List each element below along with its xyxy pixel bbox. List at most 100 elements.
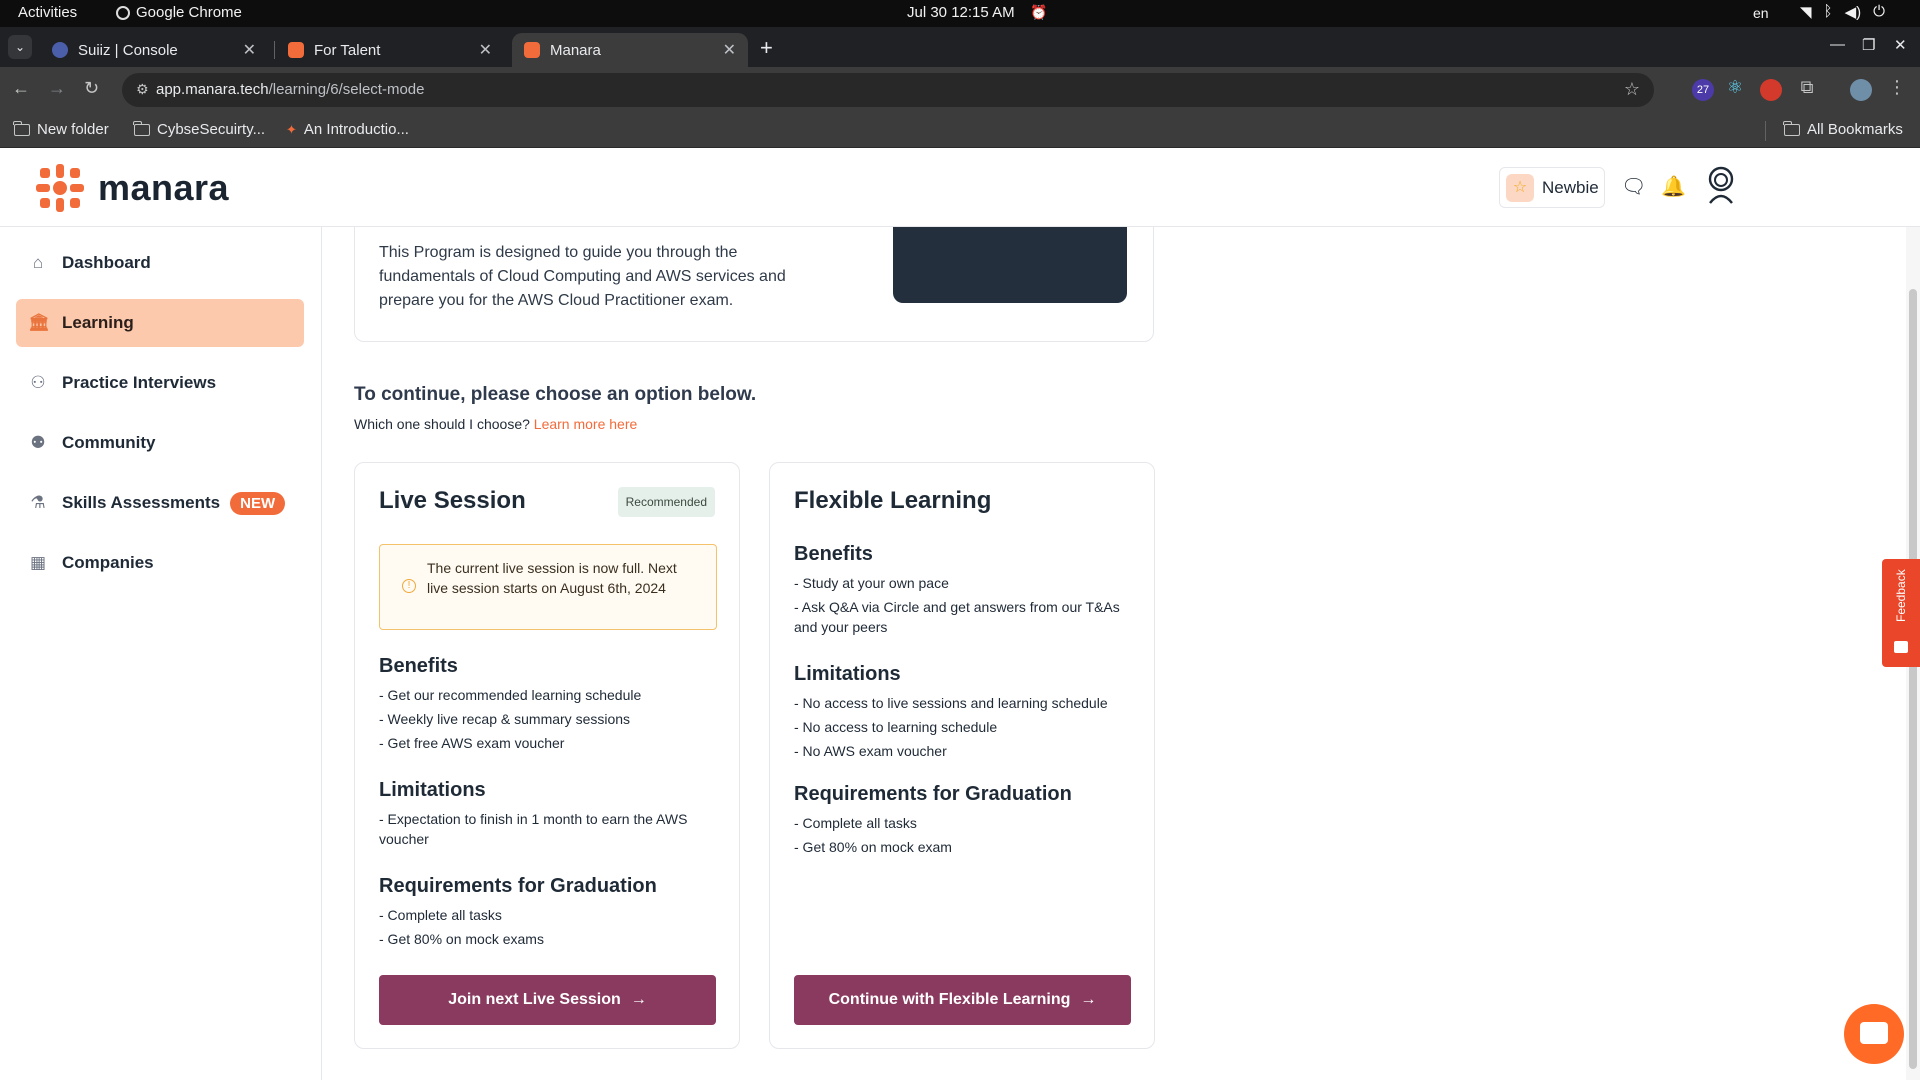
aws-logo-image xyxy=(893,227,1127,303)
bookmark-star-icon[interactable]: ☆ xyxy=(1624,79,1640,100)
continue-flexible-learning-button[interactable]: Continue with Flexible Learning → xyxy=(794,975,1131,1025)
react-devtools-icon[interactable]: ⚛ xyxy=(1724,76,1746,98)
join-live-session-button[interactable]: Join next Live Session → xyxy=(379,975,716,1025)
extensions-puzzle-icon[interactable]: ⧉ xyxy=(1796,76,1818,98)
session-full-text: The current live session is now full. Ne… xyxy=(427,560,677,596)
list-item: - No AWS exam voucher xyxy=(794,743,947,759)
tab-for-talent[interactable]: For Talent ✕ xyxy=(276,33,504,67)
chat-icon[interactable]: 🗨 xyxy=(1621,174,1646,199)
tab-suiiz[interactable]: Suiiz | Console ✕ xyxy=(40,33,268,67)
session-full-notice: ! The current live session is now full. … xyxy=(379,544,717,630)
close-tab-icon[interactable]: ✕ xyxy=(479,40,492,60)
rank-badge[interactable]: ☆ Newbie xyxy=(1499,167,1605,208)
bookmark-favicon-icon: ✦ xyxy=(286,121,297,137)
bookmark-cybersecurity[interactable]: CybseSecuirty... xyxy=(133,120,266,138)
brand-name: manara xyxy=(98,167,230,208)
bookmark-label: An Introductio... xyxy=(303,121,409,138)
info-circle-icon: ! xyxy=(402,579,416,593)
sidebar-item-community[interactable]: ⚉ Community xyxy=(16,419,304,467)
list-item: - Get our recommended learning schedule xyxy=(379,687,642,703)
browser-menu-icon[interactable]: ⋮ xyxy=(1886,76,1908,98)
extension-red-icon[interactable] xyxy=(1760,79,1782,101)
choose-option-title: To continue, please choose an option bel… xyxy=(354,384,757,405)
app-menu[interactable]: Google Chrome xyxy=(116,4,242,21)
all-bookmarks[interactable]: All Bookmarks xyxy=(1783,120,1903,138)
list-item: - Complete all tasks xyxy=(794,815,917,831)
live-requirements-heading: Requirements for Graduation xyxy=(379,875,657,897)
manara-logo[interactable]: manara xyxy=(34,162,229,214)
url-text[interactable]: app.manara.tech/learning/6/select-mode xyxy=(156,81,425,98)
extension-badge-icon[interactable]: 27 xyxy=(1692,79,1714,101)
choose-option-subtitle: Which one should I choose? Learn more he… xyxy=(354,416,637,432)
site-info-icon[interactable]: ⚙ xyxy=(136,81,149,98)
flex-benefits-heading: Benefits xyxy=(794,543,873,565)
sidebar-item-practice-interviews[interactable]: ⚇ Practice Interviews xyxy=(16,359,304,407)
list-item: - Get 80% on mock exams xyxy=(379,931,544,947)
program-description: This Program is designed to guide you th… xyxy=(379,244,786,309)
folder-icon xyxy=(13,120,30,136)
close-tab-icon[interactable]: ✕ xyxy=(723,40,736,60)
live-limitations-list: - Expectation to finish in 1 month to ea… xyxy=(379,809,709,853)
tab-search-button[interactable]: ⌄ xyxy=(8,35,32,59)
flex-requirements-heading: Requirements for Graduation xyxy=(794,783,1072,805)
flex-limitations-list: - No access to live sessions and learnin… xyxy=(794,693,1134,765)
new-tab-button[interactable]: + xyxy=(760,35,773,61)
list-item: - No access to live sessions and learnin… xyxy=(794,695,1108,711)
button-label: Continue with Flexible Learning xyxy=(828,991,1071,1008)
back-button[interactable]: ← xyxy=(12,78,30,99)
manara-favicon-icon xyxy=(288,42,304,58)
clock[interactable]: Jul 30 12:15 AM xyxy=(907,4,1015,21)
address-bar[interactable]: ⚙ app.manara.tech/learning/6/select-mode… xyxy=(122,73,1654,107)
sidebar-item-dashboard[interactable]: ⌂ Dashboard xyxy=(16,239,304,287)
sidebar-item-label: Learning xyxy=(62,313,134,332)
notification-bell-icon[interactable]: 🔔 xyxy=(1661,174,1686,199)
flex-benefits-list: - Study at your own pace - Ask Q&A via C… xyxy=(794,573,1130,641)
app-name: Google Chrome xyxy=(136,4,242,21)
sidebar-item-label: Skills Assessments xyxy=(62,493,221,512)
sidebar-item-companies[interactable]: ▦ Companies xyxy=(16,539,304,587)
community-icon: ⚉ xyxy=(30,433,46,452)
minimize-window-button[interactable]: — xyxy=(1830,36,1845,53)
list-item: - No access to learning schedule xyxy=(794,719,998,735)
activities-button[interactable]: Activities xyxy=(18,4,77,21)
building-icon: ▦ xyxy=(29,553,47,572)
input-language[interactable]: en xyxy=(1753,5,1769,21)
profile-avatar-icon[interactable] xyxy=(1850,79,1872,101)
tab-divider xyxy=(274,41,275,59)
flex-requirements-list: - Complete all tasks - Get 80% on mock e… xyxy=(794,813,1134,861)
learn-more-link[interactable]: Learn more here xyxy=(534,416,638,432)
sidebar-item-label: Dashboard xyxy=(62,253,151,272)
os-top-bar: Activities Google Chrome Jul 30 12:15 AM… xyxy=(0,0,1920,27)
list-item: - Expectation to finish in 1 month to ea… xyxy=(379,811,688,847)
bookmark-label: All Bookmarks xyxy=(1807,121,1903,138)
rank-label: Newbie xyxy=(1542,177,1599,197)
live-limitations-heading: Limitations xyxy=(379,779,486,801)
tab-title: Suiiz | Console xyxy=(78,41,178,59)
forward-button[interactable]: → xyxy=(48,78,66,99)
reload-button[interactable]: ↻ xyxy=(84,78,99,99)
user-avatar[interactable] xyxy=(1704,165,1738,205)
sidebar-item-skills-assessments[interactable]: ⚗ Skills Assessments NEW xyxy=(16,479,304,527)
tab-manara[interactable]: Manara ✕ xyxy=(512,33,748,67)
bookmark-introduction[interactable]: ✦ An Introductio... xyxy=(286,121,409,138)
tab-title: For Talent xyxy=(314,41,381,59)
sidebar-item-label: Practice Interviews xyxy=(62,373,217,392)
live-benefits-heading: Benefits xyxy=(379,655,458,677)
restore-window-button[interactable]: ❐ xyxy=(1862,36,1875,54)
bluetooth-icon: ᛒ xyxy=(1823,3,1833,20)
scrollbar-thumb[interactable] xyxy=(1909,289,1917,1069)
bookmark-divider xyxy=(1765,121,1766,141)
system-tray[interactable]: ◥ ᛒ ◀) ⏻ xyxy=(1800,3,1885,21)
feedback-tab[interactable]: Feedback xyxy=(1882,559,1920,667)
support-chat-button[interactable] xyxy=(1844,1004,1904,1064)
list-item: - Get 80% on mock exam xyxy=(794,839,952,855)
arrow-right-icon: → xyxy=(630,991,647,1008)
sidebar-item-learning[interactable]: 🏛 Learning xyxy=(16,299,304,347)
close-tab-icon[interactable]: ✕ xyxy=(243,40,256,60)
bookmark-new-folder[interactable]: New folder xyxy=(13,120,109,138)
chrome-icon xyxy=(116,5,130,20)
close-window-button[interactable]: ✕ xyxy=(1894,36,1907,54)
home-icon: ⌂ xyxy=(32,253,44,272)
bookmark-label: CybseSecuirty... xyxy=(157,121,266,138)
live-session-title: Live Session xyxy=(379,487,526,514)
